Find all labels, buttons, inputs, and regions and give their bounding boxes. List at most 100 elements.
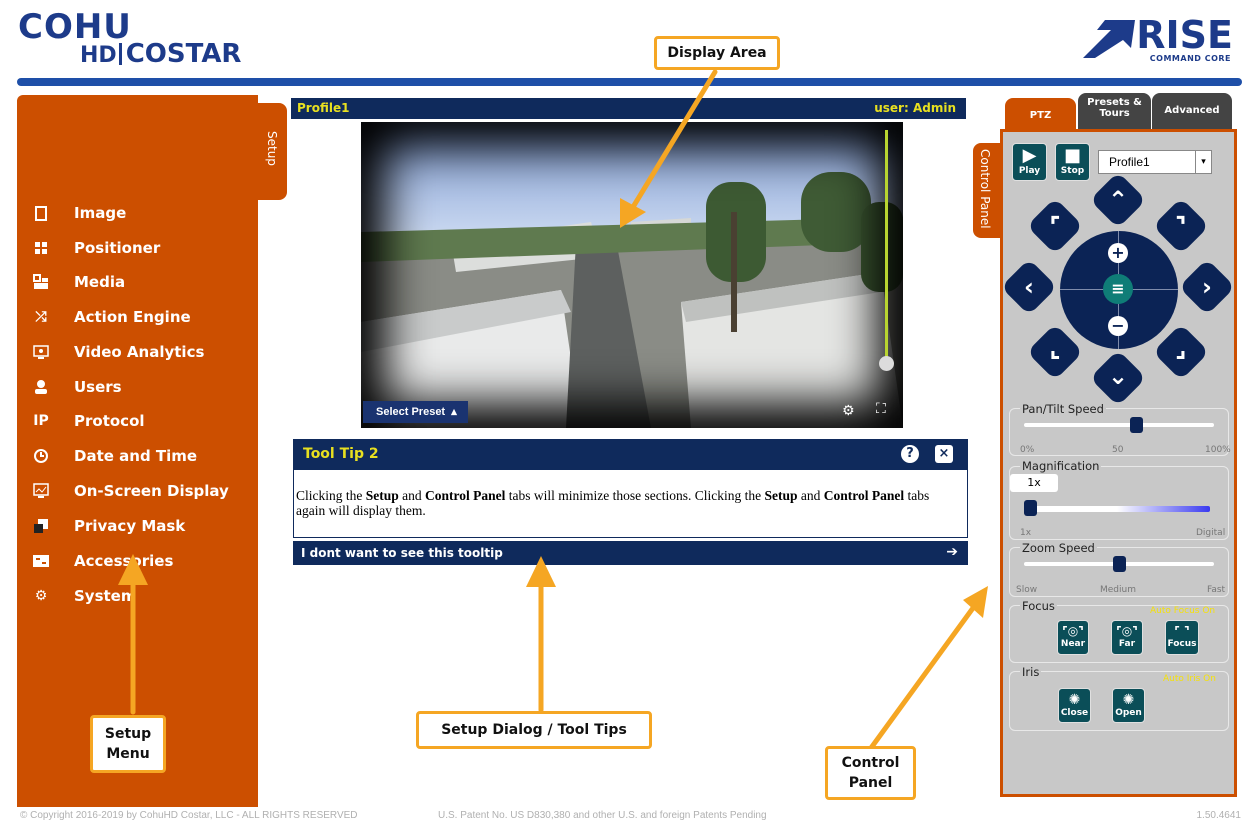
cohu-logo: COHU HD COSTAR [18, 7, 241, 68]
setup-toggle-tab[interactable]: Setup [258, 103, 287, 200]
profile-select[interactable]: Profile1 ▾ [1098, 150, 1212, 174]
menu-item-label: Positioner [74, 239, 161, 257]
iris-close-label: Close [1060, 708, 1089, 718]
pan-tilt-speed-track[interactable] [1024, 423, 1214, 427]
version-text: 1.50.4641 [1196, 810, 1242, 821]
control-panel-toggle-tab[interactable]: Control Panel [973, 143, 1000, 238]
menu-item-users[interactable]: Users [17, 373, 258, 401]
tab-presets-tours-label: Presets & Tours [1087, 97, 1142, 119]
video-zoom-track[interactable] [885, 130, 888, 368]
tooltip-body: Clicking the Setup and Control Panel tab… [293, 469, 968, 538]
tooltip-header: Tool Tip 2 ? × [293, 439, 968, 469]
patent-text: U.S. Patent No. US D830,380 and other U.… [438, 810, 767, 821]
stop-button[interactable]: ■ Stop [1055, 143, 1090, 181]
magnification-min-label: 1x [1020, 528, 1032, 538]
menu-item-system[interactable]: ⚙ System [17, 582, 258, 610]
users-icon [32, 378, 50, 396]
pan-tilt-max-label: 100% [1205, 445, 1231, 455]
magnification-legend: Magnification [1020, 459, 1102, 473]
control-panel-tab-label: Control Panel [978, 149, 992, 229]
chevron-up-icon: ⌃ [1107, 186, 1129, 214]
magnification-track[interactable] [1024, 506, 1210, 512]
video-vignette [361, 122, 903, 428]
stop-label: Stop [1060, 166, 1085, 176]
rise-arrow-icon [1083, 20, 1135, 58]
dismiss-tooltip-label: I dont want to see this tooltip [301, 546, 503, 560]
home-button[interactable]: ≡ [1103, 274, 1133, 304]
close-icon[interactable]: × [935, 445, 953, 463]
auto-focus-status: Auto Focus On [1150, 606, 1216, 616]
dismiss-tooltip-bar[interactable]: I dont want to see this tooltip ➔ [293, 541, 968, 565]
cohu-wordmark: COHU [18, 7, 132, 47]
video-zoom-handle[interactable] [879, 356, 894, 371]
focus-near-label: Near [1060, 639, 1086, 649]
tooltip-text: Clicking the [296, 488, 366, 503]
zoom-in-icon[interactable]: + [1108, 243, 1128, 263]
menu-item-action-engine[interactable]: ⤮ Action Engine [17, 303, 258, 331]
menu-item-media[interactable]: Media [17, 268, 258, 296]
profile-select-value: Profile1 [1109, 155, 1150, 169]
fullscreen-icon[interactable]: ⛶ [876, 401, 886, 417]
auto-focus-icon: ⌜ ⌝ [1174, 624, 1190, 638]
video-settings-icon[interactable]: ⚙ [842, 403, 855, 419]
menu-item-accessories[interactable]: Accessories [17, 547, 258, 575]
menu-item-on-screen-display[interactable]: On-Screen Display [17, 477, 258, 505]
video-analytics-icon [32, 343, 50, 361]
protocol-icon: IP [33, 413, 49, 429]
focus-legend: Focus [1020, 599, 1057, 613]
header-divider [17, 78, 1242, 86]
select-preset-button[interactable]: Select Preset ▴ [363, 401, 468, 423]
focus-near-button[interactable]: ⌜◎⌝ Near [1057, 620, 1089, 655]
footer: © Copyright 2016-2019 by CohuHD Costar, … [0, 806, 1249, 827]
iris-open-button[interactable]: ✺ Open [1112, 688, 1145, 723]
chevron-down-icon: ▾ [1195, 151, 1211, 173]
gear-icon: ⚙ [34, 588, 48, 604]
iris-close-button[interactable]: ✺ Close [1058, 688, 1091, 723]
media-icon [32, 273, 50, 291]
help-icon[interactable]: ? [901, 445, 919, 463]
setup-menu: Image Positioner Media ⤮ Action Engine V… [17, 95, 258, 807]
tab-ptz[interactable]: PTZ [1005, 98, 1076, 131]
image-icon [32, 204, 50, 222]
play-button[interactable]: ▶ Play [1012, 143, 1047, 181]
arrow-up-left-icon: ⌜ [1049, 212, 1061, 240]
zoom-speed-min-label: Slow [1016, 585, 1038, 595]
arrow-down-right-icon: ⌟ [1175, 334, 1187, 362]
zoom-speed-max-label: Fast [1207, 585, 1226, 595]
video-display[interactable] [361, 122, 903, 428]
callout-setup-menu-line: Menu [106, 746, 150, 762]
display-profile-name: Profile1 [297, 101, 350, 115]
pan-tilt-mid-label: 50 [1112, 445, 1124, 455]
menu-item-image[interactable]: Image [17, 199, 258, 227]
callout-tool-tips: Setup Dialog / Tool Tips [416, 711, 652, 749]
menu-item-positioner[interactable]: Positioner [17, 234, 258, 262]
menu-item-label: System [74, 587, 137, 605]
menu-item-protocol[interactable]: IP Protocol [17, 407, 258, 435]
action-engine-icon: ⤮ [35, 309, 47, 325]
pan-tilt-speed-legend: Pan/Tilt Speed [1020, 402, 1106, 416]
tooltip-text-bold: Setup [764, 488, 798, 503]
hd-wordmark: HD [80, 43, 117, 68]
menu-item-privacy-mask[interactable]: Privacy Mask [17, 512, 258, 540]
play-icon: ▶ [1022, 145, 1037, 166]
chevron-left-icon: ‹ [1024, 273, 1034, 301]
iris-legend: Iris [1020, 665, 1042, 679]
arrow-right-icon: ➔ [946, 544, 958, 560]
auto-focus-button[interactable]: ⌜ ⌝ Focus [1165, 620, 1199, 655]
magnification-handle[interactable] [1024, 500, 1037, 516]
menu-item-video-analytics[interactable]: Video Analytics [17, 338, 258, 366]
menu-item-date-and-time[interactable]: Date and Time [17, 442, 258, 470]
accessories-icon [32, 552, 50, 570]
zoom-speed-handle[interactable] [1112, 556, 1126, 572]
pan-tilt-speed-handle[interactable] [1130, 417, 1144, 433]
clock-icon [32, 447, 50, 465]
callout-display-area: Display Area [654, 36, 780, 70]
focus-far-button[interactable]: ⌜◎⌝ Far [1111, 620, 1143, 655]
chevron-down-icon: ⌄ [1107, 362, 1129, 390]
tab-presets-tours[interactable]: Presets & Tours [1078, 93, 1151, 129]
menu-item-label: Media [74, 273, 126, 291]
zoom-out-icon[interactable]: − [1108, 316, 1128, 336]
privacy-mask-icon [32, 517, 50, 535]
tab-advanced[interactable]: Advanced [1152, 93, 1232, 129]
arrow-down-left-icon: ⌞ [1049, 334, 1061, 362]
